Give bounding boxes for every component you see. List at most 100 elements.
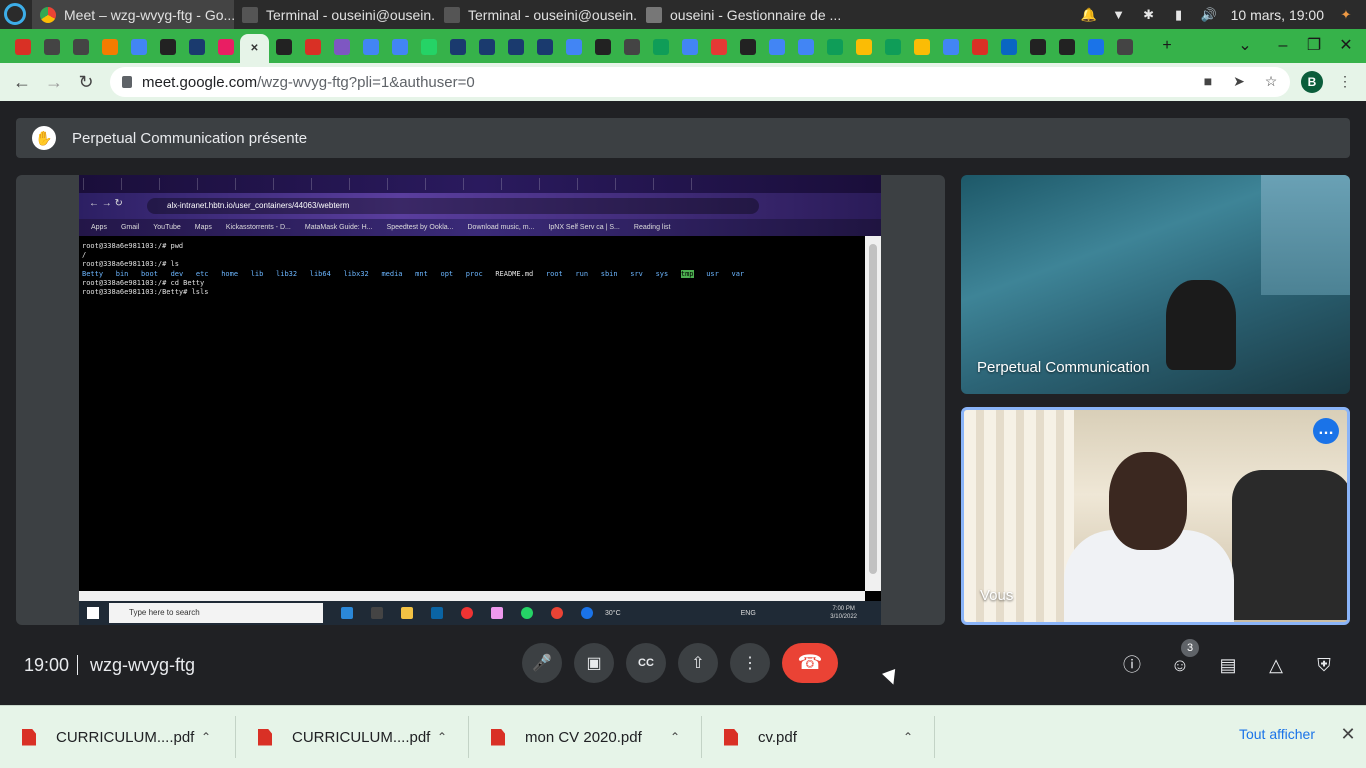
captions-button[interactable]: CC xyxy=(626,643,666,683)
taskbar-item-file-manager[interactable]: ouseini - Gestionnaire de ... xyxy=(638,0,840,29)
pinned-tab[interactable] xyxy=(443,34,472,60)
bluetooth-icon[interactable]: ✱ xyxy=(1141,7,1157,23)
bell-icon[interactable]: 🔔 xyxy=(1081,7,1097,23)
leave-call-button[interactable]: ☎ xyxy=(782,643,838,683)
pinned-tab[interactable] xyxy=(1081,34,1110,60)
more-options-button[interactable]: ⋮ xyxy=(730,643,770,683)
pinned-tab[interactable] xyxy=(762,34,791,60)
pinned-tab[interactable] xyxy=(820,34,849,60)
maximize-button[interactable]: ❐ xyxy=(1302,35,1326,57)
app-launcher-icon[interactable] xyxy=(4,3,26,25)
shared-clock-date: 3/10/2022 xyxy=(830,614,857,620)
system-clock[interactable]: 10 mars, 19:00 xyxy=(1231,7,1324,23)
pinned-tab[interactable] xyxy=(124,34,153,60)
chevron-up-icon[interactable]: ⌃ xyxy=(665,730,685,744)
pinned-tab[interactable] xyxy=(66,34,95,60)
chevron-up-icon[interactable]: ⌃ xyxy=(432,730,452,744)
reload-button[interactable]: ↻ xyxy=(74,70,98,94)
pinned-tab[interactable] xyxy=(791,34,820,60)
send-icon[interactable]: ➤ xyxy=(1228,70,1250,92)
chat-icon[interactable]: ▤ xyxy=(1216,653,1240,677)
browser-menu-icon[interactable]: ⋮ xyxy=(1334,70,1356,92)
address-bar[interactable]: meet.google.com /wzg-wvyg-ftg?pli=1&auth… xyxy=(110,67,1290,97)
wifi-icon[interactable]: ▼ xyxy=(1111,7,1127,23)
pinned-tab[interactable]: ✕ xyxy=(240,34,269,63)
pinned-tab[interactable] xyxy=(559,34,588,60)
show-all-downloads-link[interactable]: Tout afficher xyxy=(1224,726,1330,742)
ls-entry: libx32 xyxy=(343,269,369,278)
pinned-tab[interactable] xyxy=(211,34,240,60)
pinned-tab[interactable] xyxy=(849,34,878,60)
taskbar-item-terminal-2[interactable]: Terminal - ouseini@ousein... xyxy=(436,0,638,29)
system-tray: 🔔 ▼ ✱ ▮ 🔊 10 mars, 19:00 ✦ xyxy=(1081,0,1366,29)
battery-icon[interactable]: ▮ xyxy=(1171,7,1187,23)
activities-icon[interactable]: △ xyxy=(1264,653,1288,677)
microphone-button[interactable]: 🎤 xyxy=(522,643,562,683)
pinned-tab[interactable] xyxy=(1052,34,1081,60)
pinned-tab[interactable] xyxy=(907,34,936,60)
pinned-tab[interactable] xyxy=(182,34,211,60)
pinned-tab[interactable] xyxy=(356,34,385,60)
pinned-tab[interactable] xyxy=(153,34,182,60)
new-tab-button[interactable]: + xyxy=(1155,35,1179,57)
pinned-tab[interactable] xyxy=(530,34,559,60)
meeting-info-icon[interactable]: ⓘ xyxy=(1120,653,1144,677)
pinned-tab[interactable] xyxy=(501,34,530,60)
more-options-icon[interactable]: … xyxy=(1313,418,1339,444)
ls-entry: sbin xyxy=(600,269,618,278)
host-controls-icon[interactable]: ⛨ xyxy=(1312,653,1336,677)
pinned-tab[interactable] xyxy=(617,34,646,60)
taskbar-item-terminal-1[interactable]: Terminal - ouseini@ousein... xyxy=(234,0,436,29)
forward-button[interactable]: → xyxy=(42,70,66,94)
folder-icon xyxy=(401,607,413,619)
download-item[interactable]: CURRICULUM....pdf ⌃ xyxy=(0,716,236,758)
pinned-tab[interactable] xyxy=(95,34,124,60)
slack-icon[interactable]: ✦ xyxy=(1338,7,1354,23)
download-item[interactable]: CURRICULUM....pdf ⌃ xyxy=(236,716,469,758)
chevron-up-icon[interactable]: ⌃ xyxy=(898,730,918,744)
present-button[interactable]: ⇧ xyxy=(678,643,718,683)
tab-search-chevron-icon[interactable]: ⌄ xyxy=(1233,35,1257,57)
pinned-tab[interactable] xyxy=(704,34,733,60)
pinned-tab[interactable] xyxy=(8,34,37,60)
participant-tile-perpetual[interactable]: Perpetual Communication xyxy=(961,175,1350,394)
pinned-tab[interactable] xyxy=(936,34,965,60)
pinned-tab[interactable] xyxy=(675,34,704,60)
home-folder-icon xyxy=(646,6,662,23)
favicon-icon xyxy=(217,39,234,55)
pinned-tab[interactable] xyxy=(1110,34,1139,60)
profile-avatar[interactable]: B xyxy=(1301,71,1323,93)
ls-entry: opt xyxy=(440,269,454,278)
presentation-tile[interactable]: ← → ↻ alx-intranet.hbtn.io/user_containe… xyxy=(16,175,945,625)
back-button[interactable]: ← xyxy=(10,70,34,94)
pinned-tab[interactable] xyxy=(1023,34,1052,60)
download-item[interactable]: mon CV 2020.pdf ⌃ xyxy=(469,716,702,758)
pinned-tab[interactable] xyxy=(37,34,66,60)
participant-tile-self[interactable]: Vous … xyxy=(961,407,1350,625)
pinned-tab[interactable] xyxy=(472,34,501,60)
pinned-tab[interactable] xyxy=(646,34,675,60)
pinned-tab[interactable] xyxy=(385,34,414,60)
close-icon[interactable]: ✕ xyxy=(1338,724,1358,745)
pinned-tab[interactable] xyxy=(733,34,762,60)
pinned-tab[interactable] xyxy=(588,34,617,60)
taskbar-item-meet[interactable]: Meet – wzg-wvyg-ftg - Go... xyxy=(32,0,234,29)
pinned-tab[interactable] xyxy=(269,34,298,60)
windows-start-icon xyxy=(87,607,99,619)
bookmark-star-icon[interactable]: ☆ xyxy=(1260,70,1282,92)
camera-button[interactable]: ▣ xyxy=(574,643,614,683)
chevron-up-icon[interactable]: ⌃ xyxy=(196,730,216,744)
shared-tab xyxy=(577,178,613,190)
close-window-button[interactable]: ✕ xyxy=(1334,35,1358,57)
volume-icon[interactable]: 🔊 xyxy=(1201,7,1217,23)
pinned-tab[interactable] xyxy=(994,34,1023,60)
minimize-button[interactable]: – xyxy=(1271,35,1295,57)
pinned-tab[interactable] xyxy=(414,34,443,60)
pinned-tab[interactable] xyxy=(327,34,356,60)
download-item[interactable]: cv.pdf ⌃ xyxy=(702,716,935,758)
shared-tab xyxy=(159,178,195,190)
pinned-tab[interactable] xyxy=(298,34,327,60)
pinned-tab[interactable] xyxy=(878,34,907,60)
camera-in-use-icon[interactable]: ■ xyxy=(1197,70,1219,92)
pinned-tab[interactable] xyxy=(965,34,994,60)
